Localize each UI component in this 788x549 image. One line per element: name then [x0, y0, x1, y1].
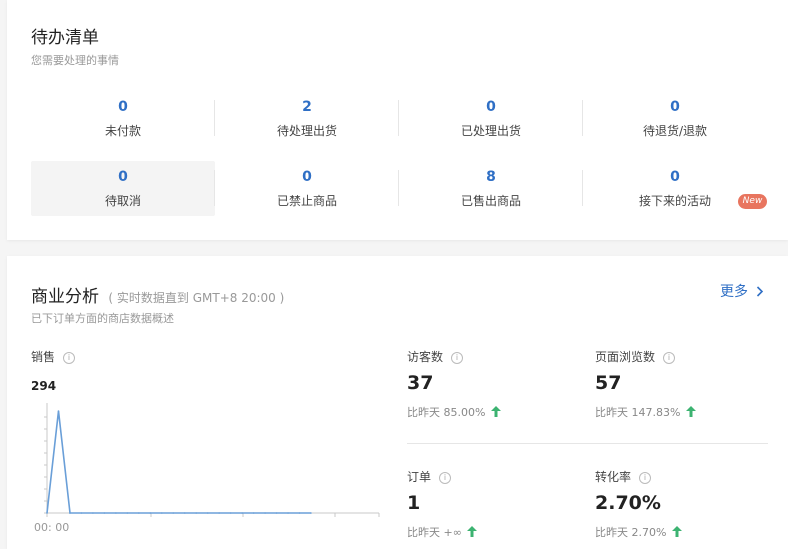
info-icon[interactable]: i: [439, 471, 452, 484]
sales-series-line: [46, 410, 311, 514]
compare-value: 85.00%: [443, 406, 486, 419]
biz-title-note: ( 实时数据直到 GMT+8 20:00 ): [108, 291, 285, 305]
sales-data-point: [103, 512, 106, 514]
sales-data-point: [252, 512, 255, 514]
compare-prefix: 比昨天: [407, 526, 440, 539]
sales-label: 销售: [31, 350, 56, 364]
biz-title: 商业分析 ( 实时数据直到 GMT+8 20:00 ): [31, 282, 284, 307]
sales-data-point: [80, 512, 83, 514]
sales-data-point: [115, 512, 117, 514]
sales-data-point: [195, 512, 198, 514]
info-icon[interactable]: i: [639, 471, 652, 484]
sales-data-point: [172, 512, 175, 514]
compare-value: 147.83%: [631, 406, 681, 419]
metric-label: 访客数: [407, 350, 444, 364]
compare-value: 2.70%: [631, 526, 667, 539]
sales-data-point: [287, 512, 289, 514]
sales-data-point: [218, 512, 220, 514]
todo-count: 2: [302, 99, 312, 115]
arrow-up-icon: [671, 526, 682, 537]
metric-label: 页面浏览数: [595, 350, 656, 364]
todo-item-shipped[interactable]: 0 已处理出货: [399, 91, 583, 146]
arrow-up-icon: [467, 526, 478, 537]
sales-data-point: [46, 512, 48, 514]
metric-label: 订单: [407, 470, 432, 484]
sales-data-point: [264, 512, 266, 514]
todo-count: 0: [670, 169, 680, 185]
todo-label: 待处理出货: [276, 124, 337, 138]
more-link-label: 更多: [720, 284, 748, 300]
visitors-compare: 比昨天 85.00%: [407, 404, 501, 420]
sales-label-row: 销售 i: [31, 348, 76, 365]
todo-item-to-ship[interactable]: 2 待处理出货: [215, 91, 399, 146]
chart-time-label: 00: 00: [34, 521, 70, 534]
todo-label: 待退货/退款: [642, 124, 708, 138]
compare-prefix: 比昨天: [595, 406, 628, 419]
sales-value: 294: [31, 379, 57, 393]
sales-data-point: [126, 512, 129, 514]
arrow-up-icon: [490, 406, 501, 417]
todo-count: 0: [486, 99, 496, 115]
visitors-value: 37: [407, 372, 434, 394]
conversion-value: 2.70%: [595, 492, 661, 514]
pageviews-compare: 比昨天 147.83%: [595, 404, 696, 420]
todo-card: 待办清单 您需要处理的事情 0 未付款 2 待处理出货 0 已处理出货 0 待退…: [7, 0, 788, 240]
todo-item-unpaid[interactable]: 0 未付款: [31, 91, 215, 146]
compare-prefix: 比昨天: [407, 406, 440, 419]
todo-label: 已处理出货: [460, 124, 521, 138]
compare-value: +∞: [443, 526, 462, 539]
todo-label: 已禁止商品: [276, 194, 337, 208]
todo-count: 0: [670, 99, 680, 115]
todo-item-banned[interactable]: 0 已禁止商品: [215, 161, 399, 216]
sales-data-point: [138, 512, 140, 514]
sales-data-point: [92, 512, 94, 514]
todo-label: 未付款: [104, 124, 141, 138]
biz-title-text: 商业分析: [31, 287, 99, 307]
sales-data-point: [241, 512, 243, 514]
info-icon[interactable]: i: [663, 351, 676, 364]
pageviews-value: 57: [595, 372, 622, 394]
todo-count: 0: [302, 169, 312, 185]
todo-item-cancel[interactable]: 0 待取消: [31, 161, 215, 216]
sales-data-point: [275, 512, 278, 514]
sales-data-point: [183, 512, 186, 514]
todo-label: 已售出商品: [460, 194, 521, 208]
sales-data-point: [149, 512, 152, 514]
todo-item-upcoming-events[interactable]: 0 接下来的活动: [583, 161, 767, 216]
more-link[interactable]: 更多: [720, 281, 764, 301]
sales-data-point: [69, 512, 71, 514]
todo-subtitle: 您需要处理的事情: [31, 54, 119, 67]
pageviews-label-row: 页面浏览数 i: [595, 348, 676, 365]
biz-subtitle: 已下订单方面的商店数据概述: [31, 312, 174, 325]
todo-count: 8: [486, 169, 496, 185]
sales-data-point: [298, 512, 301, 514]
todo-item-return-refund[interactable]: 0 待退货/退款: [583, 91, 767, 146]
conversion-label-row: 转化率 i: [595, 468, 652, 485]
conversion-compare: 比昨天 2.70%: [595, 524, 682, 540]
todo-count: 0: [118, 169, 128, 185]
visitors-label-row: 访客数 i: [407, 348, 464, 365]
sales-data-point: [229, 512, 232, 514]
todo-label: 待取消: [104, 194, 141, 208]
orders-value: 1: [407, 492, 421, 514]
todo-item-sold-out[interactable]: 8 已售出商品: [399, 161, 583, 216]
sales-data-point: [57, 410, 60, 412]
todo-count: 0: [118, 99, 128, 115]
arrow-up-icon: [685, 406, 696, 417]
business-analysis-card: 商业分析 ( 实时数据直到 GMT+8 20:00 ) 已下订单方面的商店数据概…: [7, 256, 788, 549]
chevron-right-icon: [757, 286, 764, 297]
new-badge: New: [738, 194, 767, 209]
todo-title: 待办清单: [31, 28, 99, 48]
info-icon[interactable]: i: [63, 351, 76, 364]
orders-label-row: 订单 i: [407, 468, 452, 485]
compare-prefix: 比昨天: [595, 526, 628, 539]
orders-compare: 比昨天 +∞: [407, 524, 478, 540]
sales-chart: [44, 403, 380, 517]
sales-data-point: [310, 512, 312, 514]
metric-label: 转化率: [595, 470, 632, 484]
info-icon[interactable]: i: [451, 351, 464, 364]
sales-data-point: [160, 512, 163, 514]
metrics-divider: [407, 443, 768, 444]
sales-data-point: [206, 512, 209, 514]
